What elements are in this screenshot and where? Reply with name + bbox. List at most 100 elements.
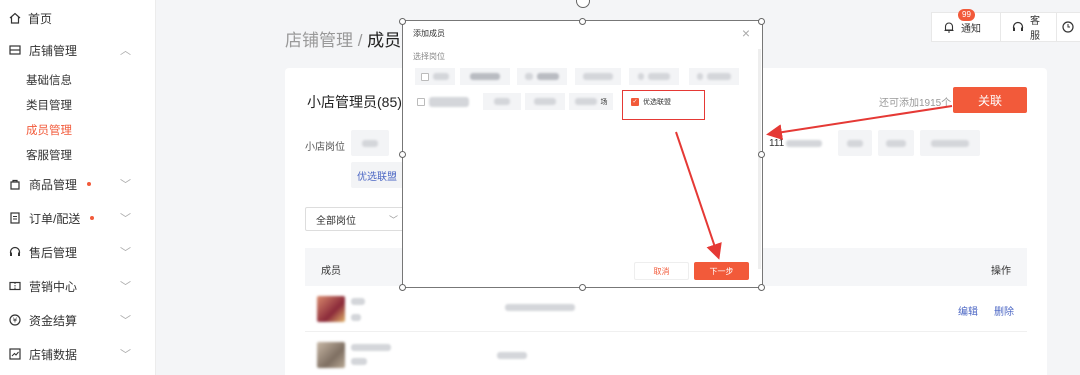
- table-row: 编辑 删除: [305, 286, 1027, 332]
- redacted-text: [497, 352, 527, 359]
- resize-handle[interactable]: [399, 151, 406, 158]
- sidebar-group-aftersale[interactable]: 售后管理 ﹀: [0, 235, 155, 269]
- sidebar-group-label: 营销中心: [29, 279, 78, 294]
- associate-button[interactable]: 关联: [953, 87, 1027, 113]
- position-chip[interactable]: [920, 130, 980, 156]
- customer-service-label: 客服: [1030, 16, 1040, 42]
- sidebar-group-store[interactable]: 店铺管理 ︿: [0, 33, 155, 67]
- chevron-down-icon: ﹀: [120, 179, 131, 191]
- checkbox[interactable]: [421, 72, 429, 81]
- position-chip[interactable]: [838, 130, 872, 156]
- redacted-text: [537, 73, 559, 80]
- sidebar-item-home[interactable]: 首页: [0, 0, 155, 36]
- chevron-down-icon: ﹀: [388, 215, 398, 225]
- dialog-subtitle: 选择岗位: [413, 52, 445, 61]
- resize-handle[interactable]: [579, 18, 586, 25]
- position-filter-select[interactable]: 全部岗位 ﹀: [305, 207, 405, 231]
- customer-service-button[interactable]: 客服: [1001, 12, 1057, 42]
- headset-icon: [1011, 20, 1025, 34]
- chevron-down-icon: ﹀: [120, 213, 131, 225]
- position-option[interactable]: [525, 93, 565, 110]
- sidebar-group-marketing[interactable]: 营销中心 ﹀: [0, 269, 155, 303]
- position-option[interactable]: [460, 68, 510, 85]
- position-chip[interactable]: [878, 130, 914, 156]
- redacted-text: [351, 344, 391, 351]
- breadcrumb: 店铺管理 / 成员管: [285, 26, 418, 51]
- sidebar-group-products[interactable]: 商品管理 ﹀: [0, 167, 155, 201]
- card-title: 小店管理员(85)横: [307, 94, 415, 110]
- resize-handle[interactable]: [579, 284, 586, 291]
- sidebar-group-label: 店铺管理: [29, 43, 78, 58]
- checkbox[interactable]: [417, 97, 425, 106]
- sidebar-group-finance[interactable]: ¥ 资金结算 ﹀: [0, 303, 155, 337]
- redacted-text: [648, 73, 670, 80]
- notifications-button[interactable]: 通知 99: [931, 9, 1001, 42]
- sidebar-item-category[interactable]: 类目管理: [0, 92, 155, 117]
- sidebar-group-label: 售后管理: [29, 245, 78, 260]
- resize-handle[interactable]: [399, 284, 406, 291]
- resize-handle[interactable]: [758, 151, 765, 158]
- avatar: [317, 342, 345, 368]
- redacted-text: [433, 73, 449, 80]
- bell-icon: [942, 20, 956, 34]
- position-option[interactable]: [415, 93, 475, 110]
- position-option[interactable]: [689, 68, 739, 85]
- coupon-icon: [8, 279, 22, 293]
- position-option[interactable]: [517, 68, 567, 85]
- position-option[interactable]: [483, 93, 521, 110]
- chevron-down-icon: ﹀: [120, 281, 131, 293]
- resize-handle[interactable]: [758, 18, 765, 25]
- rotate-handle-icon[interactable]: [576, 0, 590, 8]
- edit-link[interactable]: 编辑: [958, 303, 978, 318]
- chevron-down-icon: ﹀: [120, 349, 131, 361]
- redacted-text: [351, 358, 367, 365]
- position-option[interactable]: [415, 68, 455, 85]
- resize-handle[interactable]: [758, 284, 765, 291]
- sidebar-group-label: 店铺数据: [29, 347, 78, 362]
- redacted-text: [362, 139, 378, 147]
- cancel-button[interactable]: 取消: [634, 262, 689, 280]
- position-option[interactable]: 场: [569, 93, 613, 110]
- chevron-up-icon: ︿: [120, 45, 131, 57]
- redacted-text: [886, 139, 906, 147]
- delete-link[interactable]: 删除: [994, 303, 1014, 318]
- sidebar-item-basic-info[interactable]: 基础信息: [0, 67, 155, 92]
- sidebar-item-service[interactable]: 客服管理: [0, 142, 155, 167]
- redacted-text: [574, 98, 597, 105]
- store-icon: [8, 43, 22, 57]
- redacted-text: [494, 98, 510, 105]
- position-option[interactable]: [575, 68, 621, 85]
- dialog-scrollbar[interactable]: [758, 49, 761, 269]
- position-option[interactable]: [629, 68, 679, 85]
- redacted-text: [847, 139, 863, 147]
- redacted-text: [931, 139, 969, 147]
- sidebar-group-orders[interactable]: 订单/配送 ﹀: [0, 201, 155, 235]
- sidebar-group-label: 资金结算: [29, 313, 78, 328]
- sidebar-group-data[interactable]: 店铺数据 ﹀: [0, 337, 155, 371]
- position-chip[interactable]: 111: [763, 130, 831, 156]
- bag-icon: [8, 177, 22, 191]
- column-member: 成员: [321, 266, 341, 277]
- sidebar-item-label: 首页: [28, 11, 53, 26]
- redacted-text: [583, 73, 613, 80]
- redacted-text: [351, 314, 361, 321]
- redacted-text: [351, 298, 365, 305]
- next-step-button[interactable]: 下一步: [694, 262, 749, 280]
- breadcrumb-parent[interactable]: 店铺管理: [285, 31, 353, 50]
- notification-count-badge: 99: [958, 9, 975, 21]
- resize-handle[interactable]: [399, 18, 406, 25]
- chart-icon: [8, 347, 22, 361]
- annotation-highlight-box: [622, 90, 705, 120]
- position-chip[interactable]: [351, 130, 389, 156]
- table-row: [305, 332, 1027, 375]
- help-button[interactable]: [1057, 12, 1080, 42]
- redacted-text: [525, 73, 533, 80]
- redacted-text: [786, 139, 823, 147]
- add-member-dialog: 添加成员 × 选择岗位 场 ✓ 优选联盟 取消 下一步: [403, 21, 762, 287]
- position-chip-youxuan[interactable]: 优选联盟: [351, 162, 403, 188]
- sidebar: 首页 店铺管理 ︿ 基础信息 类目管理 成员管理 客服管理 商品管理 ﹀ 订单/…: [0, 0, 156, 375]
- chevron-down-icon: ﹀: [120, 315, 131, 327]
- redacted-text: [638, 73, 644, 80]
- close-icon[interactable]: ×: [742, 25, 750, 41]
- sidebar-item-members[interactable]: 成员管理: [0, 117, 155, 142]
